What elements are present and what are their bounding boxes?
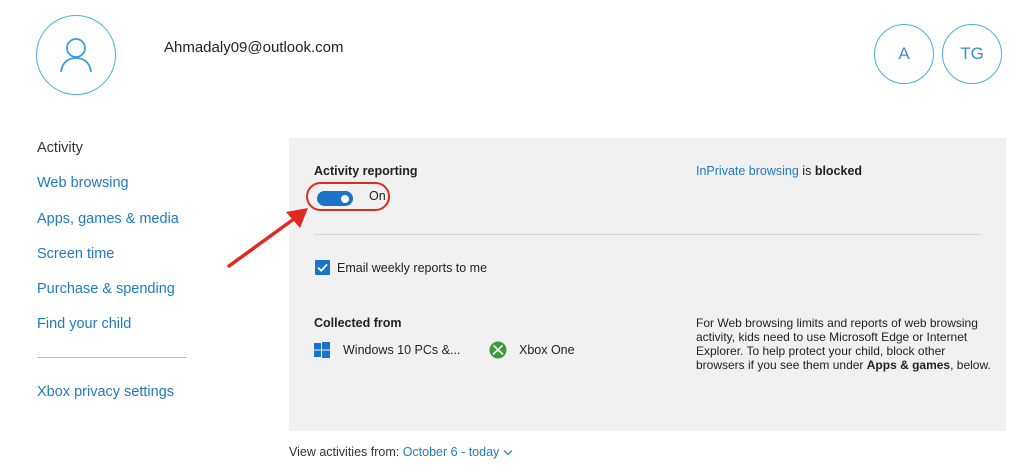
nav-item-purchase-spending[interactable]: Purchase & spending [37, 279, 197, 314]
inprivate-status-value: blocked [814, 164, 863, 178]
toggle-knob [341, 194, 349, 203]
family-member-avatar-tg[interactable]: TG [942, 24, 1002, 84]
date-range-value: October 6 - today [402, 445, 500, 459]
toggle-state-label: On [369, 189, 386, 203]
inprivate-connector: is [798, 164, 815, 178]
view-activities-label: View activities from: [289, 445, 403, 459]
chevron-down-icon [503, 450, 513, 456]
nav-divider [37, 357, 187, 358]
sidebar-nav: Activity Web browsing Apps, games & medi… [37, 138, 197, 350]
section-divider [314, 234, 981, 235]
family-member-avatar-a[interactable]: A [874, 24, 934, 84]
source-xbox-one: Xbox One [519, 343, 575, 357]
collected-from-label: Collected from [314, 316, 402, 330]
toggle-highlight-annotation: On [306, 182, 390, 211]
email-reports-label: Email weekly reports to me [337, 261, 488, 275]
xbox-icon [489, 341, 507, 359]
nav-item-find-your-child[interactable]: Find your child [37, 314, 197, 349]
activity-settings-panel: Activity reporting On InPrivate browsing… [289, 138, 1006, 431]
account-email: Ahmadaly09@outlook.com [164, 39, 344, 56]
user-icon [60, 38, 92, 73]
activity-reporting-toggle[interactable] [317, 191, 353, 206]
info-text-part2: , below. [950, 358, 991, 372]
checkmark-icon [317, 263, 328, 272]
inprivate-browsing-link[interactable]: InPrivate browsing [696, 164, 799, 178]
source-windows-pcs: Windows 10 PCs &... [343, 343, 461, 357]
annotation-arrow-icon [227, 208, 308, 268]
windows-icon [314, 342, 330, 358]
nav-item-activity[interactable]: Activity [37, 138, 197, 173]
email-reports-checkbox[interactable] [315, 260, 330, 275]
nav-item-xbox-privacy-settings[interactable]: Xbox privacy settings [37, 384, 174, 400]
date-range-dropdown[interactable]: October 6 - today [403, 445, 513, 459]
apps-games-reference: Apps & games [866, 358, 951, 372]
child-avatar[interactable] [36, 15, 116, 95]
inprivate-status: InPrivate browsing is blocked [696, 164, 862, 178]
nav-item-screen-time[interactable]: Screen time [37, 244, 197, 279]
browsing-info-text: For Web browsing limits and reports of w… [696, 316, 996, 372]
view-activities-from: View activities from: October 6 - today [289, 445, 513, 459]
nav-item-web-browsing[interactable]: Web browsing [37, 173, 197, 208]
nav-item-apps-games-media[interactable]: Apps, games & media [37, 209, 197, 244]
activity-reporting-label: Activity reporting [314, 164, 418, 178]
